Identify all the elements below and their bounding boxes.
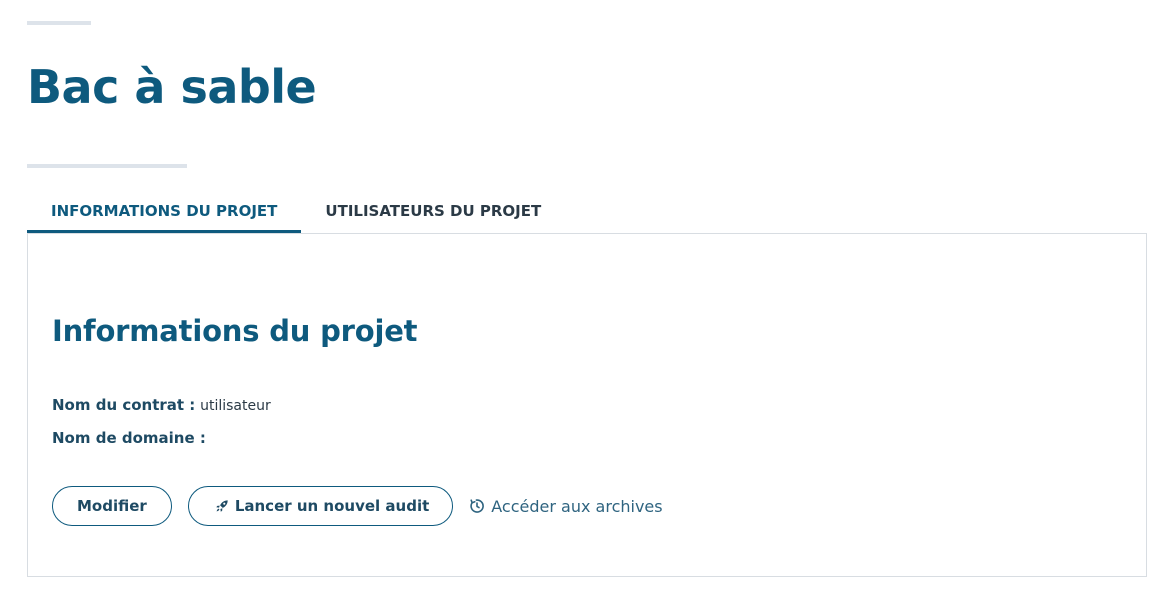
archives-link-label: Accéder aux archives	[491, 496, 663, 516]
title-divider	[27, 164, 187, 168]
project-tabs: INFORMATIONS DU PROJET UTILISATEURS DU P…	[27, 192, 565, 233]
domain-name-label: Nom de domaine :	[52, 429, 206, 447]
contract-name-label: Nom du contrat :	[52, 396, 196, 414]
project-information-panel: Informations du projet Nom du contrat : …	[27, 233, 1147, 577]
top-divider	[27, 21, 91, 25]
page-title: Bac à sable	[27, 60, 317, 114]
archives-link[interactable]: Accéder aux archives	[469, 496, 663, 516]
tab-project-users[interactable]: UTILISATEURS DU PROJET	[301, 192, 565, 230]
modify-button[interactable]: Modifier	[52, 486, 172, 526]
history-icon	[469, 498, 485, 514]
tab-label: INFORMATIONS DU PROJET	[51, 202, 278, 220]
contract-name-field: Nom du contrat : utilisateur	[52, 396, 271, 414]
modify-button-label: Modifier	[77, 497, 147, 515]
tab-label: UTILISATEURS DU PROJET	[325, 202, 542, 220]
launch-audit-label: Lancer un nouvel audit	[234, 497, 430, 515]
tab-project-information[interactable]: INFORMATIONS DU PROJET	[27, 192, 302, 233]
domain-name-field: Nom de domaine :	[52, 429, 206, 447]
launch-audit-button[interactable]: Lancer un nouvel audit	[187, 486, 454, 526]
section-title: Informations du projet	[52, 314, 418, 348]
project-actions: Modifier Lancer un nouvel audit Accéder …	[52, 486, 663, 526]
contract-name-value: utilisateur	[200, 398, 271, 414]
rocket-icon	[215, 499, 229, 513]
